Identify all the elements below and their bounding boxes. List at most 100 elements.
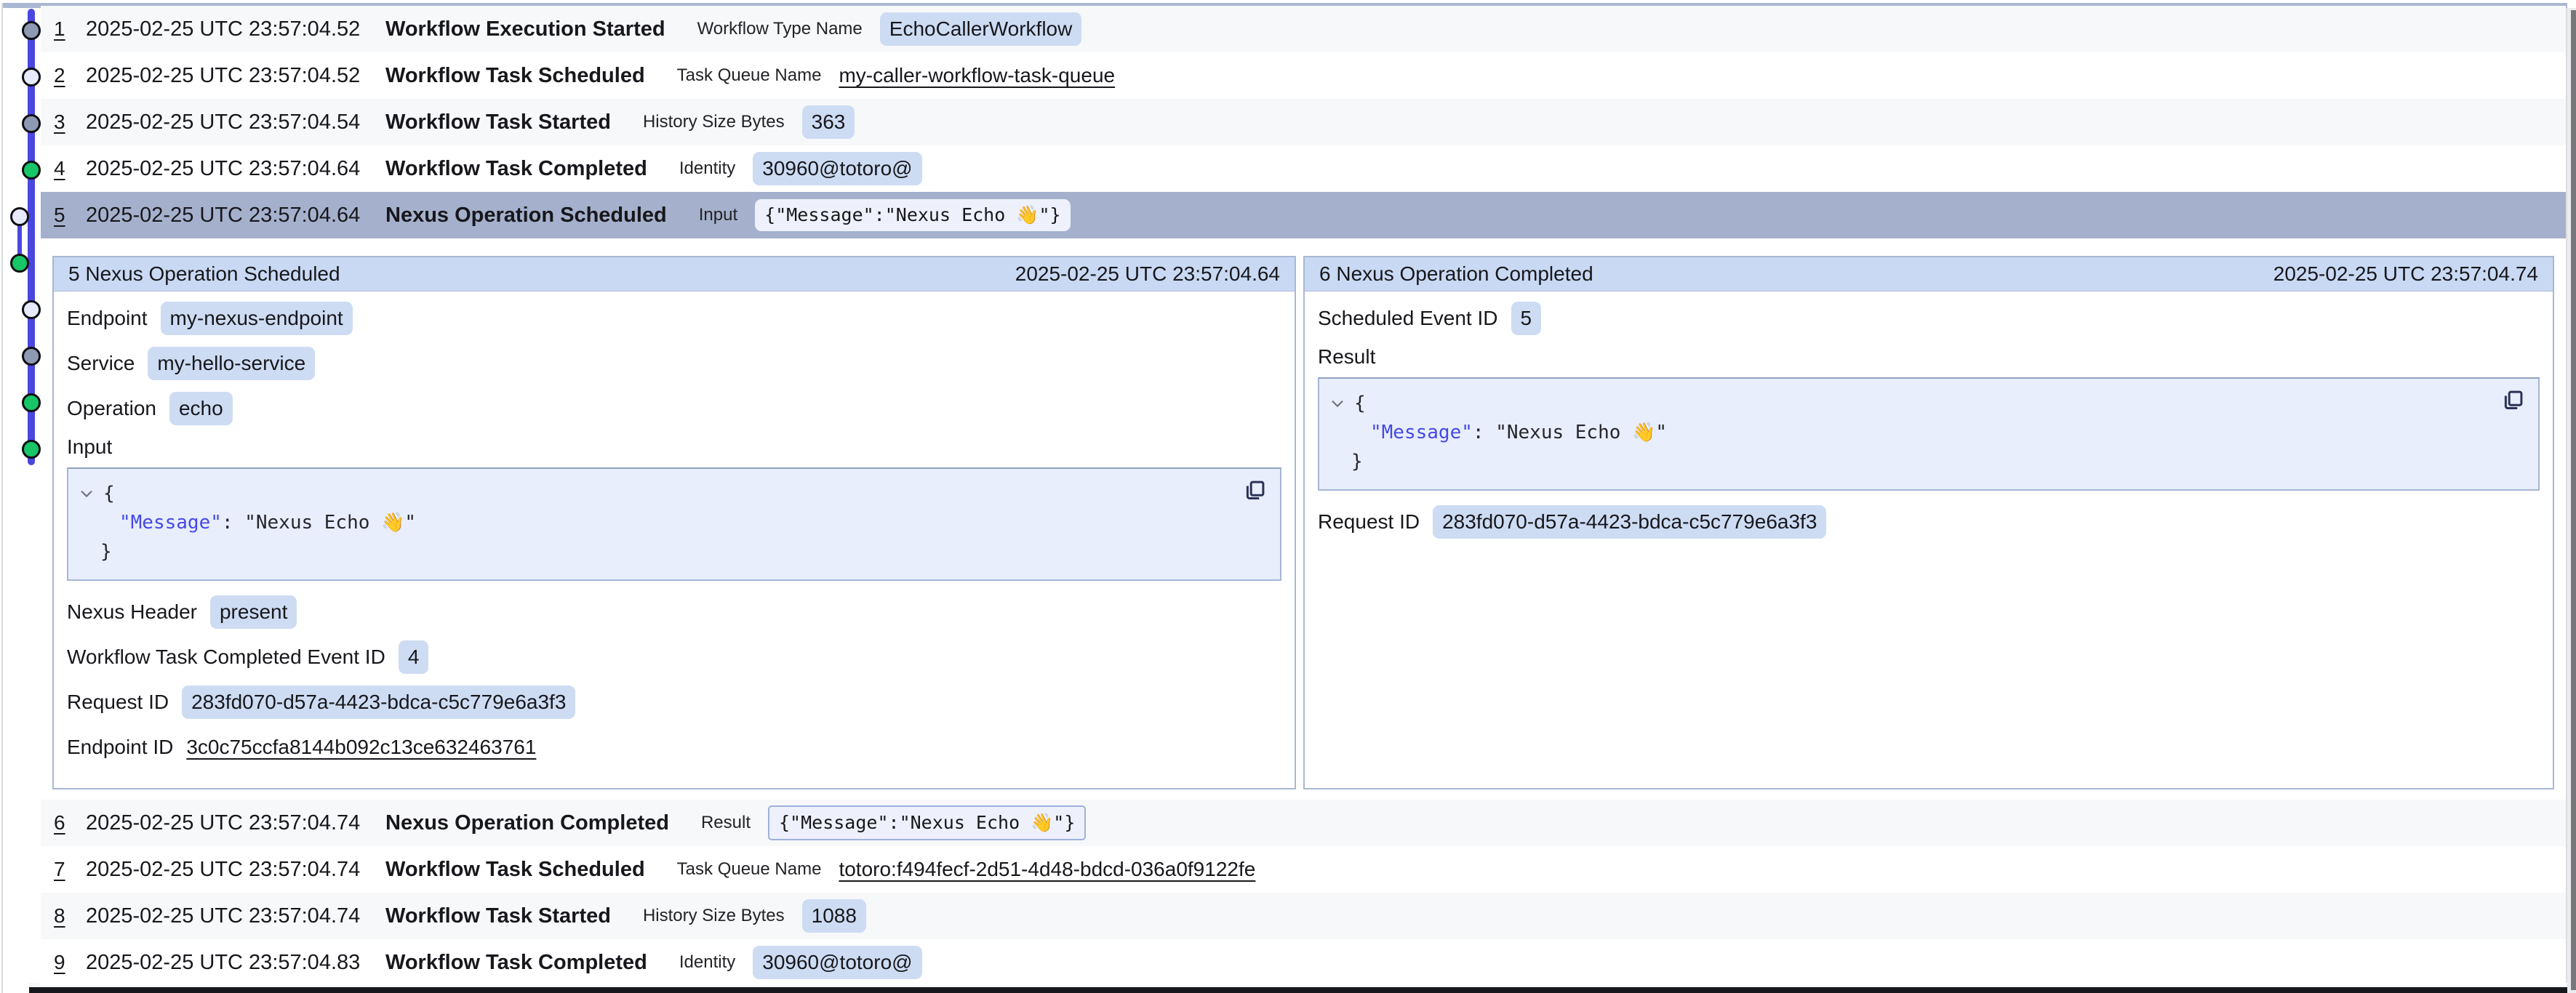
timeline-event-dot: [10, 254, 29, 273]
event-detail-label: Identity: [679, 158, 735, 179]
timeline-event-dot: [22, 114, 41, 133]
vertical-scrollbar-thumb[interactable]: [2571, 10, 2576, 990]
event-timestamp: 2025-02-25 UTC 23:57:04.52: [86, 64, 385, 88]
event-id-link[interactable]: 5: [54, 204, 74, 227]
event-name: Workflow Task Scheduled: [385, 64, 645, 88]
event-rows-bottom: 6 2025-02-25 UTC 23:57:04.74Nexus Operati…: [41, 800, 2566, 986]
field-label: Endpoint ID: [67, 736, 173, 759]
event-detail-value: {"Message":"Nexus Echo 👋"}: [768, 805, 1086, 840]
timeline-event-dot: [22, 161, 41, 180]
field-label: Nexus Header: [67, 600, 197, 624]
field-value: 283fd070-d57a-4423-bdca-c5c779e6a3f3: [182, 686, 575, 719]
event-id-link[interactable]: 6: [54, 811, 74, 835]
event-timestamp: 2025-02-25 UTC 23:57:04.83: [86, 951, 385, 975]
event-row[interactable]: 62025-02-25 UTC 23:57:04.74Nexus Operati…: [41, 800, 2566, 846]
timeline-event-dot: [22, 347, 41, 366]
event-row[interactable]: 82025-02-25 UTC 23:57:04.74Workflow Task…: [41, 893, 2566, 939]
field-label: Request ID: [1318, 510, 1420, 534]
event-detail-value: EchoCallerWorkflow: [880, 12, 1082, 46]
event-detail-value: {"Message":"Nexus Echo 👋"}: [755, 199, 1070, 231]
event-id-link[interactable]: 1: [54, 17, 74, 41]
field-value: present: [210, 595, 297, 629]
event-detail-value: 30960@totoro@: [753, 152, 921, 185]
json-colon: :: [1473, 418, 1495, 447]
event-detail-panel-completed: 6 Nexus Operation Completed 2025-02-25 U…: [1303, 256, 2554, 789]
panel-title: 6 Nexus Operation Completed: [1319, 262, 1593, 286]
event-detail-label: History Size Bytes: [643, 906, 785, 926]
event-id-link[interactable]: 4: [54, 157, 74, 180]
panel-timestamp: 2025-02-25 UTC 23:57:04.64: [1015, 262, 1280, 286]
event-timestamp: 2025-02-25 UTC 23:57:04.64: [86, 157, 385, 181]
event-id-link[interactable]: 3: [54, 110, 74, 134]
timeline-event-dot: [22, 21, 41, 40]
timeline-event-dot: [22, 300, 41, 319]
timeline-event-dot: [22, 440, 41, 459]
field-value: my-nexus-endpoint: [161, 302, 353, 335]
event-timestamp: 2025-02-25 UTC 23:57:04.64: [86, 204, 385, 228]
event-row[interactable]: 2 2025-02-25 UTC 23:57:04.52Workflow Task…: [41, 52, 2566, 99]
panel-body: Endpointmy-nexus-endpointServicemy-hello…: [54, 292, 1295, 770]
event-row[interactable]: 52025-02-25 UTC 23:57:04.64Nexus Operati…: [41, 192, 2566, 238]
json-open-brace: {: [103, 479, 115, 508]
json-colon: :: [222, 508, 244, 537]
field-value: 5: [1511, 302, 1542, 335]
copy-button[interactable]: [2499, 387, 2527, 415]
field-label: Operation: [67, 397, 156, 420]
panel-body: Scheduled Event ID 5 Result {"Message": "Ne…: [1305, 292, 2553, 544]
json-value: "Nexus Echo 👋": [1495, 418, 1667, 447]
event-detail-label: Result: [701, 813, 751, 833]
event-row[interactable]: 32025-02-25 UTC 23:57:04.54Workflow Task…: [41, 99, 2566, 145]
event-name: Workflow Task Completed: [385, 157, 647, 181]
field-label: Scheduled Event ID: [1318, 307, 1498, 330]
field-value: 283fd070-d57a-4423-bdca-c5c779e6a3f3: [1433, 505, 1826, 539]
field-label: Result: [1318, 345, 1375, 369]
event-id-link[interactable]: 7: [54, 858, 74, 881]
chevron-down-icon[interactable]: [1329, 395, 1345, 411]
payload-code-block: {"Message": "Nexus Echo 👋"}: [67, 467, 1281, 581]
json-close-brace: }: [1351, 447, 1363, 476]
json-close-brace: }: [100, 537, 112, 566]
event-detail-label: Input: [699, 205, 737, 225]
event-name: Workflow Task Started: [385, 110, 611, 134]
left-border: [1, 3, 3, 993]
event-id-link[interactable]: 2: [54, 64, 74, 87]
event-name: Workflow Task Started: [385, 904, 611, 928]
event-row[interactable]: 1 2025-02-25 UTC 23:57:04.52Workflow Exec…: [41, 6, 2566, 52]
field-label: Service: [67, 352, 135, 375]
json-key: "Message": [1370, 418, 1473, 447]
event-detail-label: Identity: [679, 952, 735, 973]
panel-title: 5 Nexus Operation Scheduled: [68, 262, 340, 286]
field-value[interactable]: 3c0c75ccfa8144b092c13ce632463761: [186, 736, 536, 759]
event-row[interactable]: 4 2025-02-25 UTC 23:57:04.64Workflow Task…: [41, 145, 2566, 192]
panel-header: 5 Nexus Operation Scheduled 2025-02-25 U…: [54, 257, 1295, 292]
chevron-down-icon[interactable]: [79, 486, 95, 502]
json-value: "Nexus Echo 👋": [244, 508, 416, 537]
json-open-brace: {: [1354, 389, 1366, 418]
panel-header: 6 Nexus Operation Completed 2025-02-25 U…: [1305, 257, 2553, 292]
event-name: Workflow Execution Started: [385, 17, 665, 41]
event-row[interactable]: 7 2025-02-25 UTC 23:57:04.74Workflow Task…: [41, 846, 2566, 893]
payload-code-block: {"Message": "Nexus Echo 👋"}: [1318, 377, 2540, 491]
event-timestamp: 2025-02-25 UTC 23:57:04.52: [86, 17, 385, 41]
event-name: Nexus Operation Completed: [385, 811, 669, 835]
field-label: Input: [67, 435, 112, 459]
event-detail-label: Workflow Type Name: [697, 19, 863, 39]
event-detail-value[interactable]: totoro:f494fecf-2d51-4d48-bdcd-036a0f912…: [839, 858, 1255, 881]
event-timestamp: 2025-02-25 UTC 23:57:04.74: [86, 858, 385, 882]
event-name: Workflow Task Completed: [385, 951, 647, 975]
copy-button[interactable]: [1241, 478, 1268, 505]
field-label: Request ID: [67, 691, 169, 714]
timeline-event-dot: [10, 207, 29, 226]
timeline-event-dot: [22, 393, 41, 412]
horizontal-scrollbar-thumb[interactable]: [29, 987, 2567, 993]
panel-timestamp: 2025-02-25 UTC 23:57:04.74: [2273, 262, 2538, 286]
event-row[interactable]: 9 2025-02-25 UTC 23:57:04.83Workflow Task…: [41, 939, 2566, 986]
field-value: 4: [399, 640, 429, 674]
event-id-link[interactable]: 9: [54, 951, 74, 974]
event-detail-value: 363: [802, 105, 855, 139]
event-detail-label: Task Queue Name: [677, 859, 822, 880]
event-id-link[interactable]: 8: [54, 904, 74, 928]
event-name: Workflow Task Scheduled: [385, 858, 645, 882]
event-detail-value[interactable]: my-caller-workflow-task-queue: [839, 64, 1115, 87]
event-detail-label: Task Queue Name: [677, 65, 822, 86]
